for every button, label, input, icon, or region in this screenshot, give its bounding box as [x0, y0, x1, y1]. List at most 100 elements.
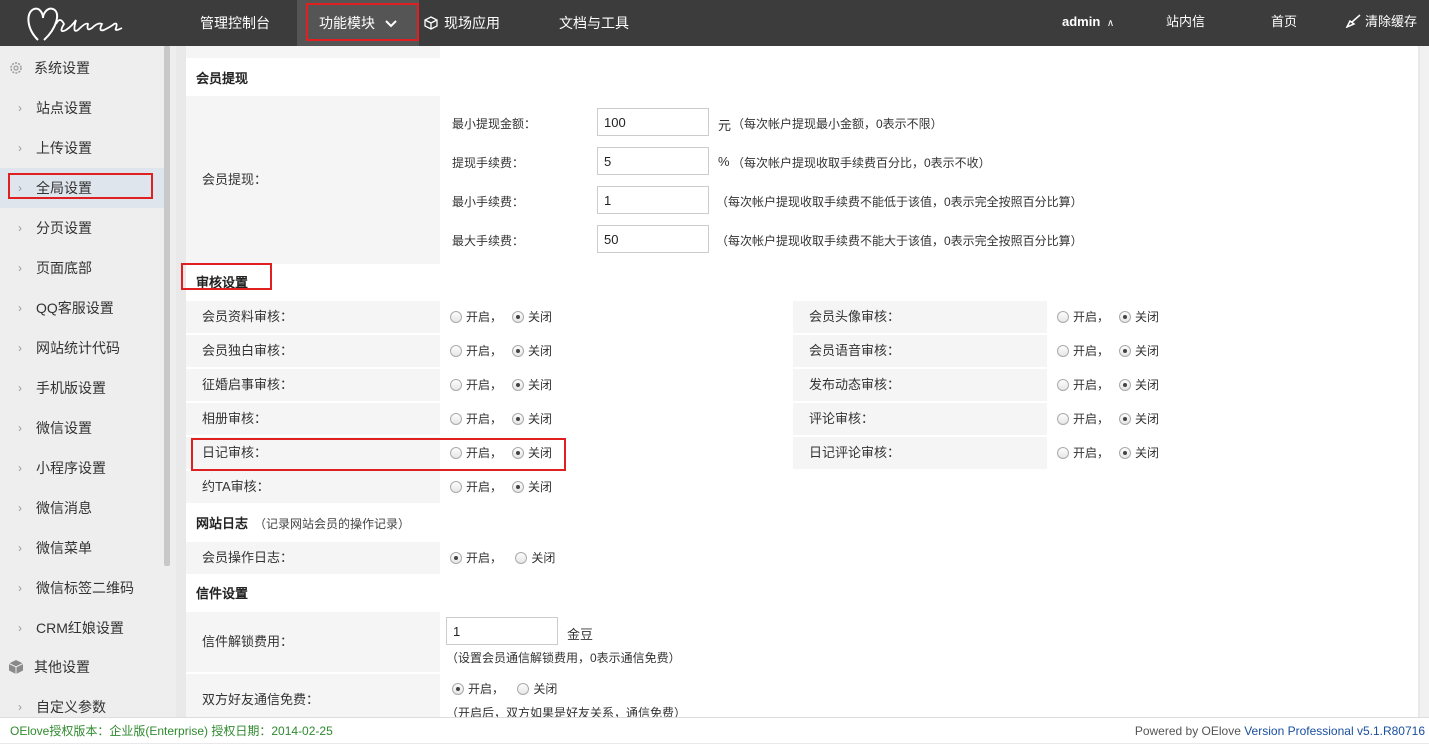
sidebar-item[interactable]: › 上传设置 [0, 128, 164, 168]
withdraw-field-input[interactable] [597, 147, 709, 175]
radio-on[interactable]: 开启， [1057, 342, 1109, 360]
sidebar-item[interactable]: › 微信标签二维码 [0, 568, 164, 608]
sidebar-item[interactable]: › 全局设置 [0, 168, 164, 208]
radio-button[interactable] [1119, 345, 1132, 357]
radio-on[interactable]: 开启， [450, 308, 502, 326]
sidebar-item-label: 自定义参数 [36, 699, 106, 715]
radio-on[interactable]: 开启， [452, 680, 504, 698]
nav-function-modules[interactable]: 功能模块 [297, 0, 419, 46]
sidebar-item[interactable]: › CRM红娘设置 [0, 608, 164, 648]
radio-button[interactable] [512, 311, 525, 323]
nav-live-apps[interactable]: 现场应用 [424, 0, 500, 46]
radio-button[interactable] [1119, 447, 1132, 459]
site-log-radio-group: 开启， 关闭 [450, 549, 565, 567]
radio-button[interactable] [1057, 447, 1069, 459]
sidebar-group-label: 其他设置 [34, 659, 90, 675]
radio-off[interactable]: 关闭 [515, 549, 555, 567]
nav-docs-tools[interactable]: 文档与工具 [559, 0, 629, 46]
sidebar-group-other[interactable]: 其他设置 [0, 647, 164, 687]
radio-on[interactable]: 开启， [450, 376, 502, 394]
sidebar-item-label: 微信菜单 [36, 540, 92, 556]
radio-off[interactable]: 关闭 [1119, 342, 1159, 360]
radio-on[interactable]: 开启， [1057, 376, 1109, 394]
radio-off[interactable]: 关闭 [512, 478, 552, 496]
radio-button[interactable] [450, 345, 462, 357]
radio-button[interactable] [450, 311, 462, 323]
radio-button[interactable] [1057, 379, 1069, 391]
audit-radio-group: 开启， 关闭 [1057, 444, 1169, 462]
sidebar-group-system[interactable]: 系统设置 [0, 48, 164, 88]
nav-home[interactable]: 首页 [1271, 0, 1297, 46]
nav-admin-console[interactable]: 管理控制台 [200, 0, 270, 46]
chevron-right-icon: › [18, 301, 22, 315]
radio-off[interactable]: 关闭 [1119, 376, 1159, 394]
audit-label-right: 会员头像审核： [793, 301, 1047, 333]
radio-button[interactable] [450, 481, 462, 493]
mail-unlock-input[interactable] [446, 617, 558, 645]
radio-button[interactable] [450, 379, 462, 391]
sidebar-scrollbar[interactable] [164, 46, 170, 566]
radio-button[interactable] [450, 413, 462, 425]
radio-label: 开启， [1073, 446, 1110, 460]
sidebar-item[interactable]: › 微信消息 [0, 488, 164, 528]
radio-button[interactable] [512, 345, 525, 357]
radio-on[interactable]: 开启， [450, 478, 502, 496]
radio-on[interactable]: 开启， [450, 342, 502, 360]
radio-button[interactable] [515, 552, 528, 564]
radio-button[interactable] [1119, 379, 1132, 391]
chevron-right-icon: › [18, 181, 22, 195]
radio-on[interactable]: 开启， [1057, 410, 1109, 428]
radio-button[interactable] [1057, 311, 1069, 323]
radio-label: 关闭 [1135, 446, 1160, 460]
radio-off[interactable]: 关闭 [512, 410, 552, 428]
radio-off[interactable]: 关闭 [517, 680, 557, 698]
radio-label: 关闭 [531, 551, 556, 565]
sidebar-item[interactable]: › 网站统计代码 [0, 328, 164, 368]
sidebar-item[interactable]: › 分页设置 [0, 208, 164, 248]
sidebar-item[interactable]: › QQ客服设置 [0, 288, 164, 328]
radio-button[interactable] [1119, 413, 1132, 425]
withdraw-field-input[interactable] [597, 186, 709, 214]
withdraw-label: 会员提现： [186, 96, 440, 264]
user-menu[interactable]: admin ∧ [1062, 0, 1114, 46]
radio-off[interactable]: 关闭 [512, 308, 552, 326]
radio-on[interactable]: 开启， [450, 549, 502, 567]
radio-off[interactable]: 关闭 [1119, 308, 1159, 326]
nav-messages[interactable]: 站内信 [1166, 0, 1205, 46]
radio-button[interactable] [1057, 413, 1069, 425]
radio-button[interactable] [450, 447, 462, 459]
radio-on[interactable]: 开启， [1057, 308, 1109, 326]
sidebar-item[interactable]: › 页面底部 [0, 248, 164, 288]
sidebar-item[interactable]: › 微信设置 [0, 408, 164, 448]
radio-off[interactable]: 关闭 [1119, 410, 1159, 428]
radio-off[interactable]: 关闭 [512, 444, 552, 462]
radio-button[interactable] [1057, 345, 1069, 357]
version-link[interactable]: Version Professional v5.1.R80716 [1244, 724, 1425, 738]
sidebar-item[interactable]: › 站点设置 [0, 88, 164, 128]
chevron-right-icon: › [18, 461, 22, 475]
radio-on[interactable]: 开启， [450, 444, 502, 462]
radio-button[interactable] [512, 413, 525, 425]
radio-on[interactable]: 开启， [1057, 444, 1109, 462]
main-scrollbar[interactable] [1420, 46, 1429, 717]
radio-button[interactable] [450, 552, 462, 564]
main-content: 会员提现 会员提现： 最小提现金额： 元（每次帐户提现最小金额，0表示不限） 提现手… [186, 46, 1418, 717]
radio-off[interactable]: 关闭 [512, 342, 552, 360]
radio-button[interactable] [517, 683, 530, 695]
radio-button[interactable] [512, 379, 525, 391]
clear-cache-button[interactable]: 清除缓存 [1345, 0, 1417, 46]
radio-button[interactable] [512, 481, 525, 493]
radio-off[interactable]: 关闭 [1119, 444, 1159, 462]
radio-button[interactable] [1119, 311, 1132, 323]
sidebar-item[interactable]: › 小程序设置 [0, 448, 164, 488]
withdraw-field-input[interactable] [597, 108, 709, 136]
sidebar-item[interactable]: › 手机版设置 [0, 368, 164, 408]
radio-button[interactable] [512, 447, 525, 459]
radio-off[interactable]: 关闭 [512, 376, 552, 394]
sidebar-item[interactable]: › 微信菜单 [0, 528, 164, 568]
sidebar-item-custom-params[interactable]: › 自定义参数 [0, 687, 164, 717]
oelove-logo[interactable] [24, 4, 144, 44]
withdraw-field-input[interactable] [597, 225, 709, 253]
radio-button[interactable] [452, 683, 464, 695]
radio-on[interactable]: 开启， [450, 410, 502, 428]
